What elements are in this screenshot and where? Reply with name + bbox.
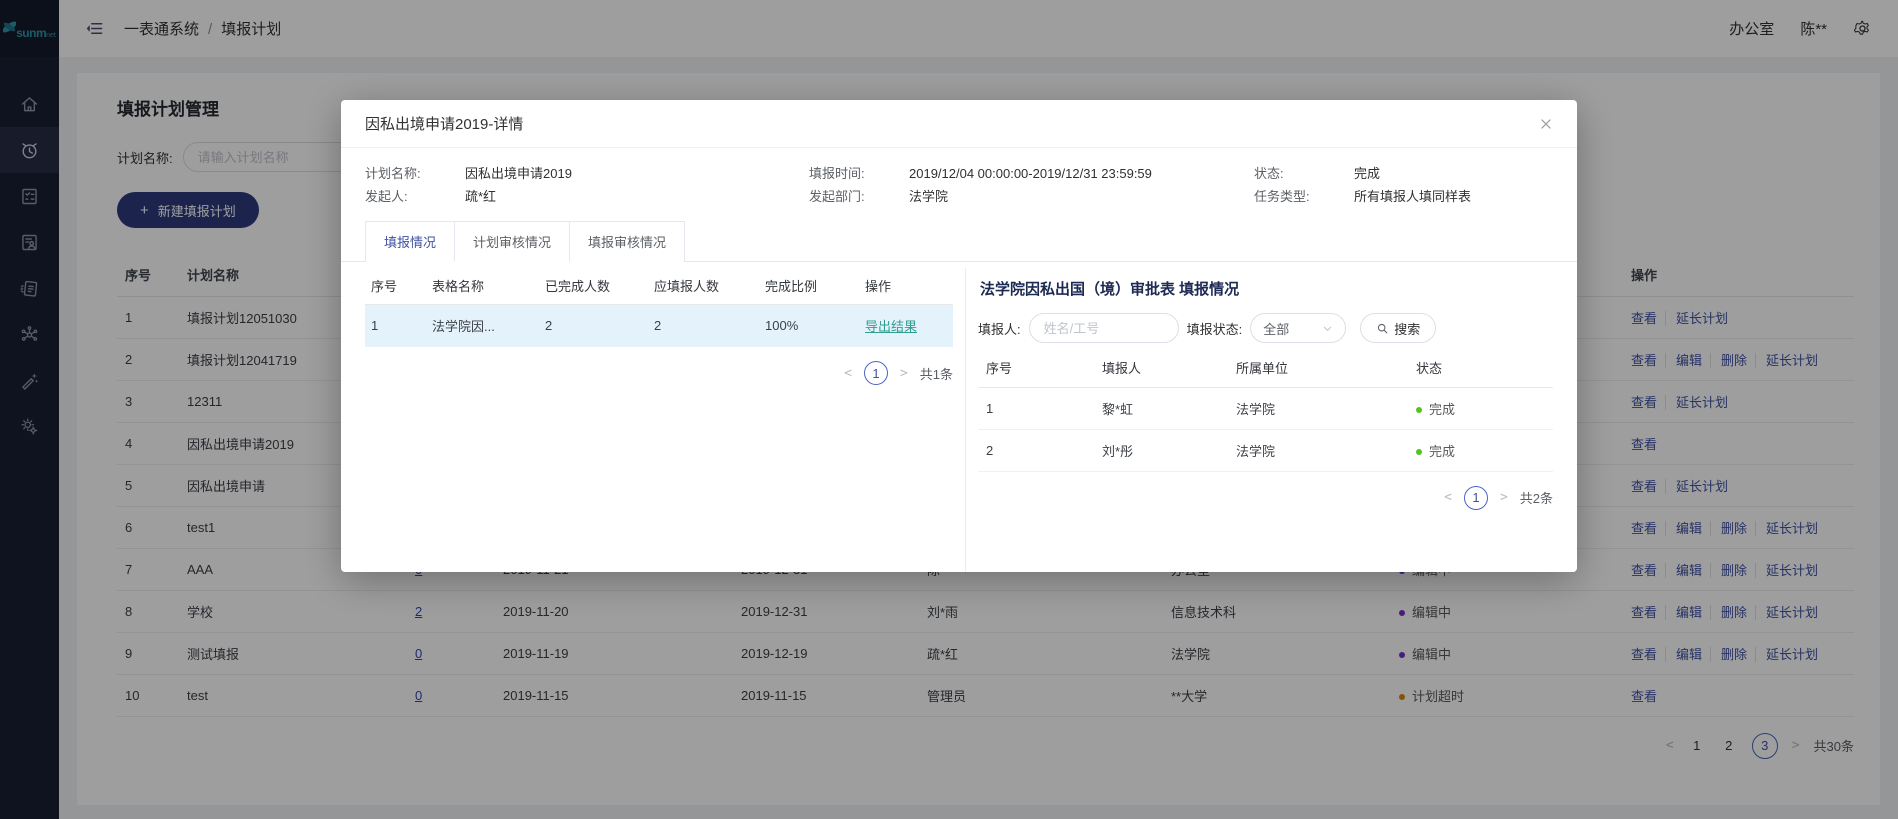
report-status-label: 填报状态: (1187, 319, 1243, 338)
status-dot-icon (1416, 449, 1422, 455)
department-cell: 法学院 (1228, 387, 1408, 429)
column-header: 所属单位 (1228, 349, 1408, 387)
form-detail-pane: 法学院因私出国（境）审批表 填报情况 填报人: 填报状态: 全部 搜索 (965, 268, 1553, 572)
search-button-label: 搜索 (1394, 319, 1420, 338)
column-header: 应填报人数 (648, 268, 759, 304)
info-status: 状态:完成 (1254, 164, 1553, 184)
row-index-cell: 1 (365, 304, 426, 347)
total-count: 共1条 (920, 364, 953, 383)
form-row-selected[interactable]: 1 法学院因... 2 2 100% 导出结果 (365, 304, 953, 347)
tab-report-status[interactable]: 填报情况 (365, 221, 455, 262)
actions-cell: 导出结果 (859, 304, 953, 347)
row-index-cell: 2 (978, 429, 1094, 471)
reporters-table: 序号 填报人 所属单位 状态 1 黎*虹 法学院 完成 2 (978, 349, 1553, 472)
modal-body: 序号 表格名称 已完成人数 应填报人数 完成比例 操作 1 法学院因... 2 … (341, 262, 1577, 572)
department-cell: 法学院 (1228, 429, 1408, 471)
form-name-cell: 法学院因... (426, 304, 539, 347)
info-initiator-dept: 发起部门:法学院 (809, 187, 1254, 207)
selected-option: 全部 (1263, 319, 1289, 338)
column-header: 状态 (1408, 349, 1553, 387)
page-number-1-active[interactable]: 1 (864, 361, 888, 385)
next-page-icon[interactable]: > (1500, 490, 1508, 505)
tab-report-review[interactable]: 填报审核情况 (570, 221, 685, 262)
info-task-type: 任务类型:所有填报人填同样表 (1254, 187, 1553, 207)
prev-page-icon[interactable]: < (844, 366, 852, 381)
plan-detail-modal: 因私出境申请2019-详情 计划名称:因私出境申请2019 发起人:疏*红 填报… (341, 100, 1577, 572)
completed-count-cell: 2 (539, 304, 648, 347)
close-icon[interactable] (1539, 117, 1553, 131)
page-number-1-active[interactable]: 1 (1464, 486, 1488, 510)
column-header: 已完成人数 (539, 268, 648, 304)
form-detail-title: 法学院因私出国（境）审批表 填报情况 (980, 278, 1551, 299)
tab-plan-review[interactable]: 计划审核情况 (455, 221, 570, 262)
reporter-name-cell: 黎*虹 (1094, 387, 1228, 429)
modal-header: 因私出境申请2019-详情 (341, 100, 1577, 148)
search-button[interactable]: 搜索 (1360, 313, 1436, 343)
reporter-row: 1 黎*虹 法学院 完成 (978, 387, 1553, 429)
forms-pagination: < 1 > 共1条 (365, 361, 953, 385)
column-header: 操作 (859, 268, 953, 304)
prev-page-icon[interactable]: < (1444, 490, 1452, 505)
column-header: 序号 (365, 268, 426, 304)
search-icon (1376, 322, 1389, 335)
reporter-row: 2 刘*彤 法学院 完成 (978, 429, 1553, 471)
modal-tabs: 填报情况 计划审核情况 填报审核情况 (341, 207, 1577, 262)
next-page-icon[interactable]: > (900, 366, 908, 381)
required-count-cell: 2 (648, 304, 759, 347)
reporters-header-row: 序号 填报人 所属单位 状态 (978, 349, 1553, 387)
column-header: 完成比例 (759, 268, 859, 304)
reporter-label: 填报人: (978, 319, 1021, 338)
column-header: 序号 (978, 349, 1094, 387)
info-plan-name: 计划名称:因私出境申请2019 (365, 164, 809, 184)
status-cell: 完成 (1408, 387, 1553, 429)
plan-info-section: 计划名称:因私出境申请2019 发起人:疏*红 填报时间:2019/12/04 … (341, 148, 1577, 207)
total-count: 共2条 (1520, 488, 1553, 507)
forms-table: 序号 表格名称 已完成人数 应填报人数 完成比例 操作 1 法学院因... 2 … (365, 268, 953, 347)
forms-header-row: 序号 表格名称 已完成人数 应填报人数 完成比例 操作 (365, 268, 953, 304)
modal-title: 因私出境申请2019-详情 (365, 113, 523, 134)
status-dot-icon (1416, 407, 1422, 413)
chevron-down-icon (1322, 323, 1333, 334)
status-cell: 完成 (1408, 429, 1553, 471)
forms-summary-pane: 序号 表格名称 已完成人数 应填报人数 完成比例 操作 1 法学院因... 2 … (365, 268, 953, 572)
info-report-time: 填报时间:2019/12/04 00:00:00-2019/12/31 23:5… (809, 164, 1254, 184)
reporters-pagination: < 1 > 共2条 (978, 486, 1553, 510)
export-results-link[interactable]: 导出结果 (865, 319, 917, 334)
detail-filter-row: 填报人: 填报状态: 全部 搜索 (978, 313, 1553, 343)
info-initiator: 发起人:疏*红 (365, 187, 809, 207)
reporter-name-cell: 刘*彤 (1094, 429, 1228, 471)
column-header: 表格名称 (426, 268, 539, 304)
reporter-search-input[interactable] (1029, 313, 1179, 343)
completion-ratio-cell: 100% (759, 304, 859, 347)
column-header: 填报人 (1094, 349, 1228, 387)
report-status-select[interactable]: 全部 (1250, 313, 1346, 343)
row-index-cell: 1 (978, 387, 1094, 429)
